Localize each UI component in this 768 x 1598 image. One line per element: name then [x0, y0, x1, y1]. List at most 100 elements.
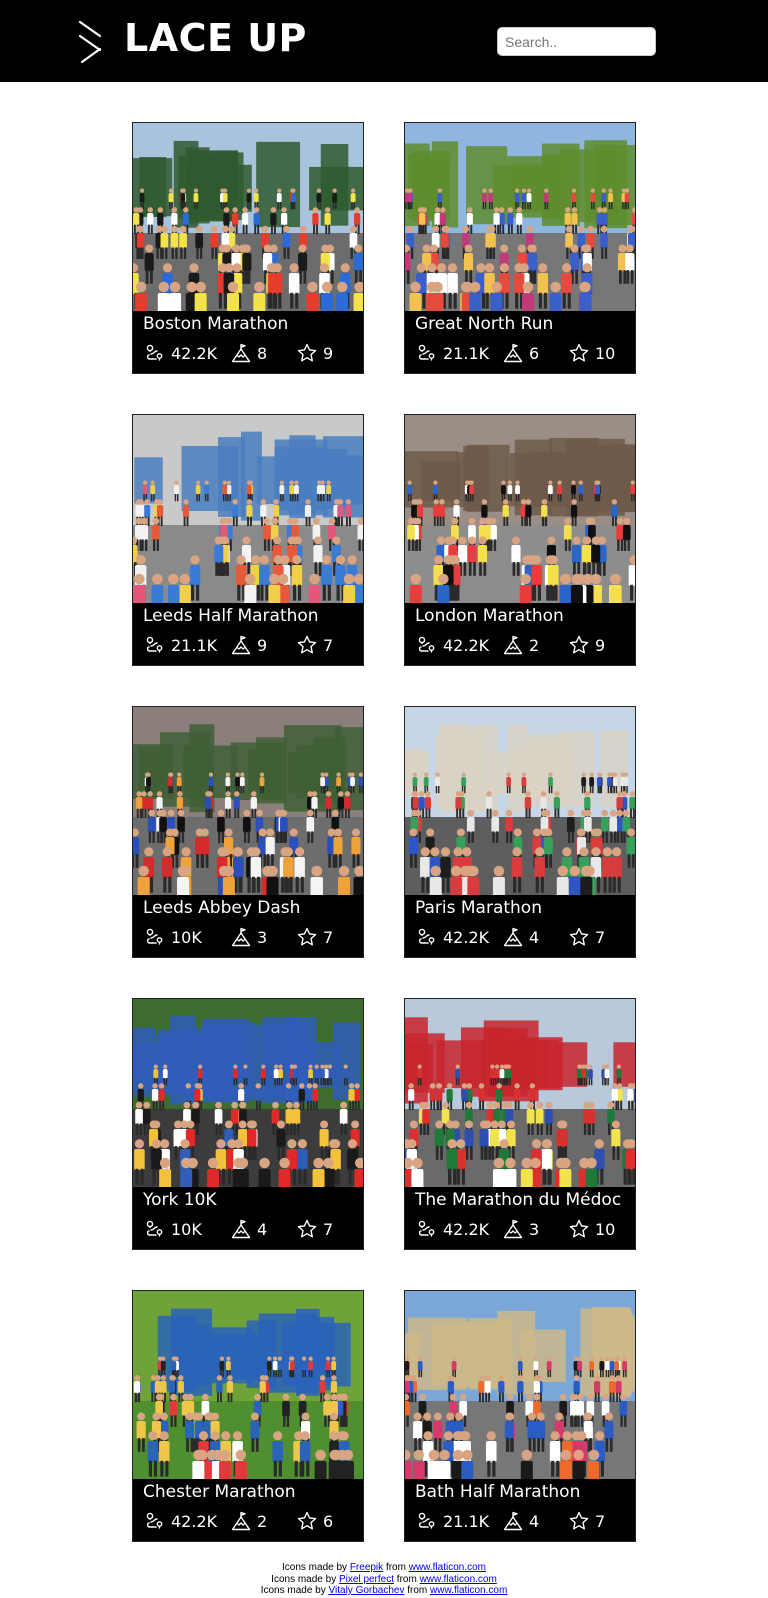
- rating-value: 6: [323, 1511, 334, 1531]
- difficulty-stat: 2: [231, 1509, 267, 1533]
- difficulty-stat: 4: [503, 925, 539, 949]
- credit-site-link[interactable]: www.flaticon.com: [430, 1585, 507, 1596]
- race-info: Great North Run 21.1K 6 10: [405, 311, 635, 373]
- race-stats: 42.2K 4 7: [415, 925, 635, 953]
- route-icon: [146, 344, 163, 361]
- race-card[interactable]: Great North Run 21.1K 6 10: [404, 122, 636, 374]
- race-photo-illustration: [133, 707, 363, 895]
- race-card[interactable]: Leeds Half Marathon 21.1K 9 7: [132, 414, 364, 666]
- distance-stat: 42.2K: [417, 925, 489, 949]
- mountain-flag-icon: [503, 1219, 523, 1239]
- distance-value: 21.1K: [171, 635, 218, 655]
- race-photo: [405, 707, 635, 895]
- difficulty-stat: 3: [231, 925, 267, 949]
- search-input[interactable]: [497, 27, 656, 56]
- distance-stat: 42.2K: [145, 341, 217, 365]
- star-icon: [297, 1511, 317, 1530]
- rating-value: 9: [323, 343, 334, 363]
- race-stats: 21.1K 9 7: [143, 633, 363, 661]
- race-title: Leeds Abbey Dash: [143, 898, 301, 918]
- race-card[interactable]: Paris Marathon 42.2K 4 7: [404, 706, 636, 958]
- race-title: Great North Run: [415, 314, 554, 334]
- distance-stat: 21.1K: [417, 341, 489, 365]
- distance-stat: 42.2K: [417, 633, 489, 657]
- distance-value: 21.1K: [443, 343, 490, 363]
- race-card[interactable]: York 10K 10K 4 7: [132, 998, 364, 1250]
- distance-value: 21.1K: [443, 1511, 490, 1531]
- distance-value: 42.2K: [443, 1219, 490, 1239]
- race-photo: [133, 707, 363, 895]
- icon-credits: Icons made by Freepik from www.flaticon.…: [0, 1562, 768, 1597]
- race-info: York 10K 10K 4 7: [133, 1187, 363, 1249]
- credit-line: Icons made by Pixel perfect from www.fla…: [0, 1574, 768, 1586]
- distance-value: 42.2K: [443, 927, 490, 947]
- race-title: Boston Marathon: [143, 314, 289, 334]
- race-photo-illustration: [405, 123, 635, 311]
- race-title: London Marathon: [415, 606, 564, 626]
- star-icon: [297, 1219, 317, 1238]
- mountain-flag-icon: [503, 343, 523, 363]
- race-info: Boston Marathon 42.2K 8 9: [133, 311, 363, 373]
- menu-icon[interactable]: [78, 20, 104, 64]
- route-icon: [418, 928, 435, 945]
- rating-value: 9: [595, 635, 606, 655]
- star-icon: [297, 927, 317, 946]
- race-stats: 42.2K 3 10: [415, 1217, 635, 1245]
- race-card[interactable]: Bath Half Marathon 21.1K 4 7: [404, 1290, 636, 1542]
- star-icon: [569, 343, 589, 362]
- race-info: Paris Marathon 42.2K 4 7: [405, 895, 635, 957]
- credit-middle: from: [394, 1573, 420, 1585]
- rating-value: 7: [323, 1219, 334, 1239]
- rating-stat: 9: [569, 633, 605, 657]
- rating-stat: 7: [569, 925, 605, 949]
- credit-author-link[interactable]: Pixel perfect: [339, 1574, 394, 1585]
- race-title: Chester Marathon: [143, 1482, 296, 1502]
- rating-value: 10: [595, 1219, 616, 1239]
- route-icon: [418, 636, 435, 653]
- race-photo: [133, 123, 363, 311]
- difficulty-value: 3: [529, 1219, 540, 1239]
- credit-prefix: Icons made by: [282, 1562, 350, 1573]
- difficulty-stat: 4: [231, 1217, 267, 1241]
- rating-stat: 7: [297, 633, 333, 657]
- distance-stat: 21.1K: [417, 1509, 489, 1533]
- distance-value: 10K: [171, 1219, 202, 1239]
- star-icon: [297, 635, 317, 654]
- credit-author-link[interactable]: Freepik: [350, 1562, 383, 1573]
- race-photo: [133, 1291, 363, 1479]
- star-icon: [569, 635, 589, 654]
- race-info: Leeds Half Marathon 21.1K 9 7: [133, 603, 363, 665]
- distance-stat: 10K: [145, 1217, 202, 1241]
- race-card[interactable]: Chester Marathon 42.2K 2 6: [132, 1290, 364, 1542]
- credit-site-link[interactable]: www.flaticon.com: [409, 1562, 486, 1573]
- race-info: The Marathon du Médoc 42.2K 3 10: [405, 1187, 635, 1249]
- difficulty-value: 2: [529, 635, 540, 655]
- rating-value: 7: [595, 927, 606, 947]
- race-card[interactable]: Boston Marathon 42.2K 8 9: [132, 122, 364, 374]
- race-card[interactable]: London Marathon 42.2K 2 9: [404, 414, 636, 666]
- race-card[interactable]: The Marathon du Médoc 42.2K 3 10: [404, 998, 636, 1250]
- mountain-flag-icon: [231, 1511, 251, 1531]
- race-title: Leeds Half Marathon: [143, 606, 319, 626]
- race-stats: 42.2K 2 6: [143, 1509, 363, 1537]
- route-icon: [418, 344, 435, 361]
- difficulty-value: 8: [257, 343, 268, 363]
- credit-author-link[interactable]: Vitaly Gorbachev: [329, 1585, 405, 1596]
- rating-stat: 7: [569, 1509, 605, 1533]
- race-info: Leeds Abbey Dash 10K 3 7: [133, 895, 363, 957]
- distance-value: 10K: [171, 927, 202, 947]
- rating-stat: 7: [297, 925, 333, 949]
- star-icon: [569, 1219, 589, 1238]
- credit-site-link[interactable]: www.flaticon.com: [420, 1574, 497, 1585]
- difficulty-value: 9: [257, 635, 268, 655]
- difficulty-stat: 2: [503, 633, 539, 657]
- difficulty-value: 6: [529, 343, 540, 363]
- mountain-flag-icon: [231, 343, 251, 363]
- mountain-flag-icon: [503, 927, 523, 947]
- difficulty-stat: 6: [503, 341, 539, 365]
- race-card[interactable]: Leeds Abbey Dash 10K 3 7: [132, 706, 364, 958]
- brand-logo-text[interactable]: LACE UP: [124, 16, 307, 60]
- race-stats: 21.1K 4 7: [415, 1509, 635, 1537]
- rating-value: 7: [323, 635, 334, 655]
- route-icon: [146, 1512, 163, 1529]
